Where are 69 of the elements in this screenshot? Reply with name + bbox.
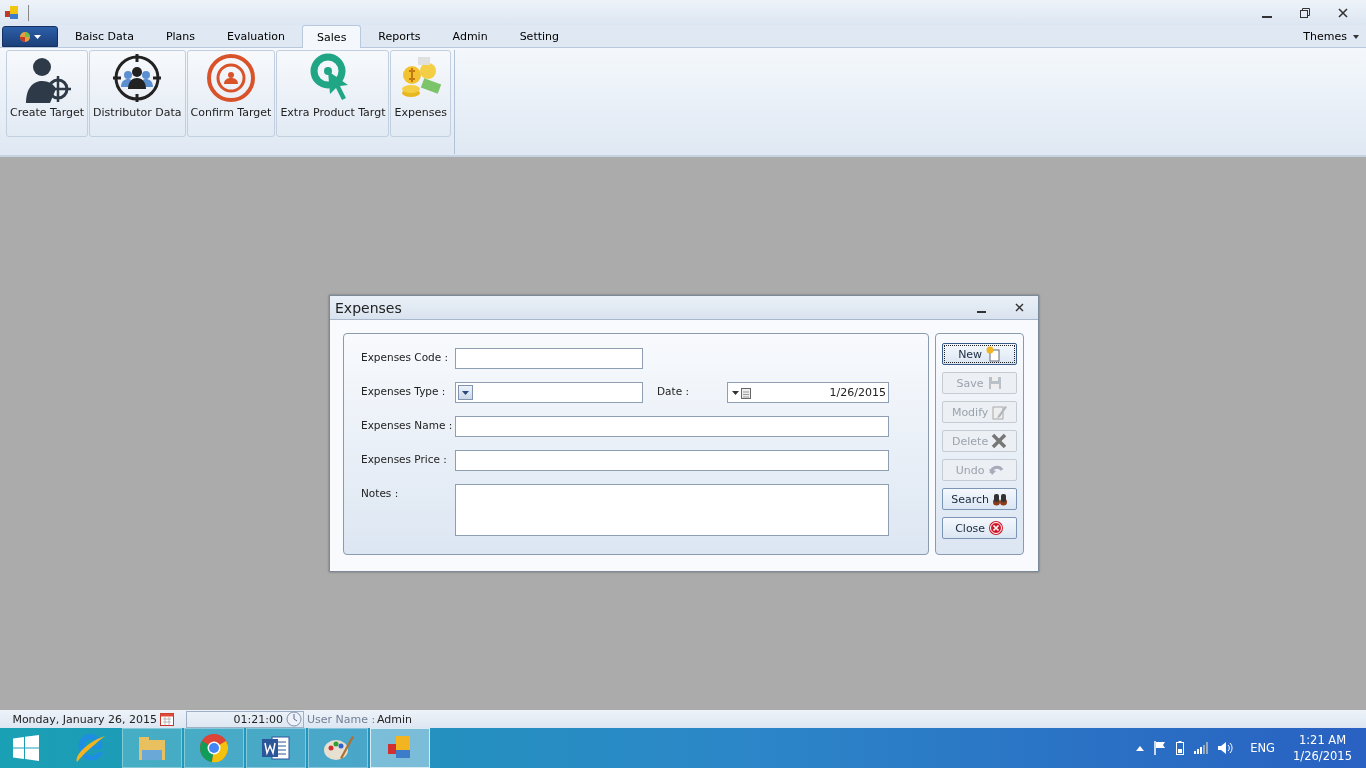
chevron-up-icon[interactable] <box>1136 745 1145 751</box>
status-date: Monday, January 26, 2015 <box>11 712 158 726</box>
target-icon <box>205 53 256 103</box>
close-icon <box>1338 7 1348 18</box>
restore-icon <box>1300 7 1310 18</box>
ribbon-tab[interactable]: Reports <box>363 25 436 47</box>
binoculars-icon <box>992 491 1008 507</box>
clock-icon <box>286 711 302 727</box>
field-label: Expenses Price : <box>361 452 448 465</box>
taskbar-app[interactable] <box>246 728 306 768</box>
language-indicator[interactable]: ENG <box>1250 741 1276 755</box>
input-field[interactable] <box>455 416 889 437</box>
ribbon-tab[interactable]: Setting <box>504 25 574 47</box>
ribbon-tab[interactable]: Evaluation <box>212 25 301 47</box>
action-button[interactable]: Close <box>942 517 1018 539</box>
group-target-icon <box>112 53 163 103</box>
flag-icon[interactable] <box>1154 741 1167 755</box>
ribbon-button[interactable]: Extra Product Targt <box>276 50 390 137</box>
action-button[interactable]: Search <box>942 488 1018 510</box>
speaker-icon[interactable] <box>1218 741 1235 755</box>
user-name: Admin <box>377 712 413 726</box>
ribbon-tab[interactable]: Sales <box>302 25 362 48</box>
new-document-icon <box>985 346 1002 362</box>
app-menu-button[interactable] <box>2 26 58 47</box>
clock-time[interactable]: 1:21 AM <box>1298 732 1347 748</box>
caret-icon <box>462 390 469 395</box>
windows-icon <box>13 735 39 761</box>
app-icon <box>4 4 20 21</box>
user-name-label: User Name : <box>307 712 377 726</box>
field-label: Notes : <box>361 486 400 499</box>
ribbon-button[interactable]: Distributor Data <box>89 50 186 137</box>
calendar-icon <box>732 386 752 399</box>
taskbar-app[interactable] <box>308 728 368 768</box>
signal-icon[interactable] <box>1194 742 1209 754</box>
field-label: Date : <box>657 384 690 397</box>
action-button[interactable]: New <box>942 343 1018 365</box>
browser-icon <box>74 732 106 764</box>
input-field[interactable] <box>455 450 889 471</box>
caret-icon <box>34 34 41 39</box>
status-time: 01:21:00 <box>233 712 283 726</box>
ribbon-tab[interactable]: Admin <box>437 25 503 47</box>
ribbon-button[interactable]: Confirm Target <box>186 50 276 137</box>
caret-icon <box>1353 34 1359 39</box>
field-label: Expenses Type : <box>361 384 447 397</box>
field-label: Expenses Name : <box>361 418 454 431</box>
orb-icon <box>19 30 31 43</box>
save-icon <box>986 375 1003 391</box>
date-value: 1/26/2015 <box>828 386 886 399</box>
notes-field[interactable] <box>455 484 889 536</box>
date-picker[interactable]: 1/26/2015 <box>727 382 889 403</box>
edit-icon <box>991 404 1008 420</box>
close-icon <box>1014 303 1024 312</box>
clock-date[interactable]: 1/26/2015 <box>1293 748 1352 764</box>
delete-icon <box>991 433 1008 449</box>
field-label: Expenses Code : <box>361 350 450 363</box>
combo-box[interactable] <box>455 382 643 403</box>
input-field[interactable] <box>455 348 643 369</box>
minimize-icon <box>1262 15 1272 18</box>
taskbar-app[interactable] <box>370 728 430 768</box>
dialog-title: Expenses <box>335 299 403 316</box>
themes-menu[interactable]: Themes <box>1288 25 1366 47</box>
calendar-icon <box>160 712 174 726</box>
minimize-icon <box>976 310 986 313</box>
close-icon <box>988 520 1005 536</box>
battery-icon[interactable] <box>1176 741 1185 755</box>
ribbon-tab[interactable]: Baisc Data <box>60 25 149 47</box>
ribbon-button[interactable]: Expenses <box>390 50 451 137</box>
ribbon-tab[interactable]: Plans <box>150 25 211 47</box>
ribbon-button[interactable]: Create Target <box>6 50 89 137</box>
